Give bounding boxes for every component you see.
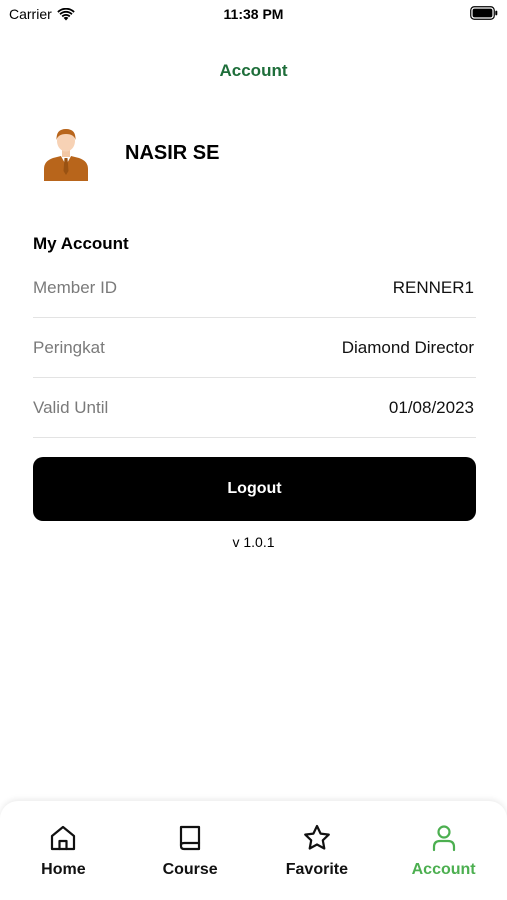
- peringkat-row: Peringkat Diamond Director: [33, 318, 476, 378]
- valid-until-row: Valid Until 01/08/2023: [33, 378, 476, 438]
- my-account-title: My Account: [33, 234, 129, 253]
- account-info-list: Member ID RENNER1 Peringkat Diamond Dire…: [33, 258, 476, 438]
- member-id-value: RENNER1: [392, 277, 474, 297]
- member-id-label: Member ID: [33, 277, 118, 297]
- page-title: Account: [219, 61, 288, 80]
- tab-account[interactable]: Account: [380, 801, 507, 900]
- member-id-row: Member ID RENNER1: [33, 258, 476, 318]
- valid-until-value: 01/08/2023: [388, 397, 474, 417]
- peringkat-label: Peringkat: [33, 337, 105, 357]
- profile-name: NASIR SE: [125, 141, 220, 164]
- valid-until-label: Valid Until: [33, 397, 109, 417]
- status-bar: Carrier 11:38 PM: [0, 0, 507, 28]
- tab-course[interactable]: Course: [127, 801, 254, 900]
- user-icon: [432, 825, 455, 852]
- tab-home-label: Home: [41, 861, 86, 878]
- tab-home[interactable]: Home: [0, 801, 127, 900]
- peringkat-value: Diamond Director: [341, 337, 474, 357]
- businessman-avatar-icon: [44, 129, 88, 181]
- profile-header: NASIR SE: [41, 125, 219, 181]
- bottom-tab-bar: Home Course Favorite Account: [0, 801, 507, 900]
- status-time: 11:38 PM: [223, 6, 284, 22]
- star-icon: [303, 824, 330, 850]
- tab-favorite-label: Favorite: [285, 861, 348, 878]
- tab-favorite[interactable]: Favorite: [254, 801, 381, 900]
- app-version: v 1.0.1: [232, 534, 275, 550]
- book-icon: [180, 825, 201, 851]
- logout-button[interactable]: Logout: [33, 457, 476, 521]
- home-icon: [51, 825, 76, 851]
- tab-course-label: Course: [162, 861, 218, 878]
- battery-icon: [470, 6, 498, 20]
- tab-account-label: Account: [411, 861, 476, 878]
